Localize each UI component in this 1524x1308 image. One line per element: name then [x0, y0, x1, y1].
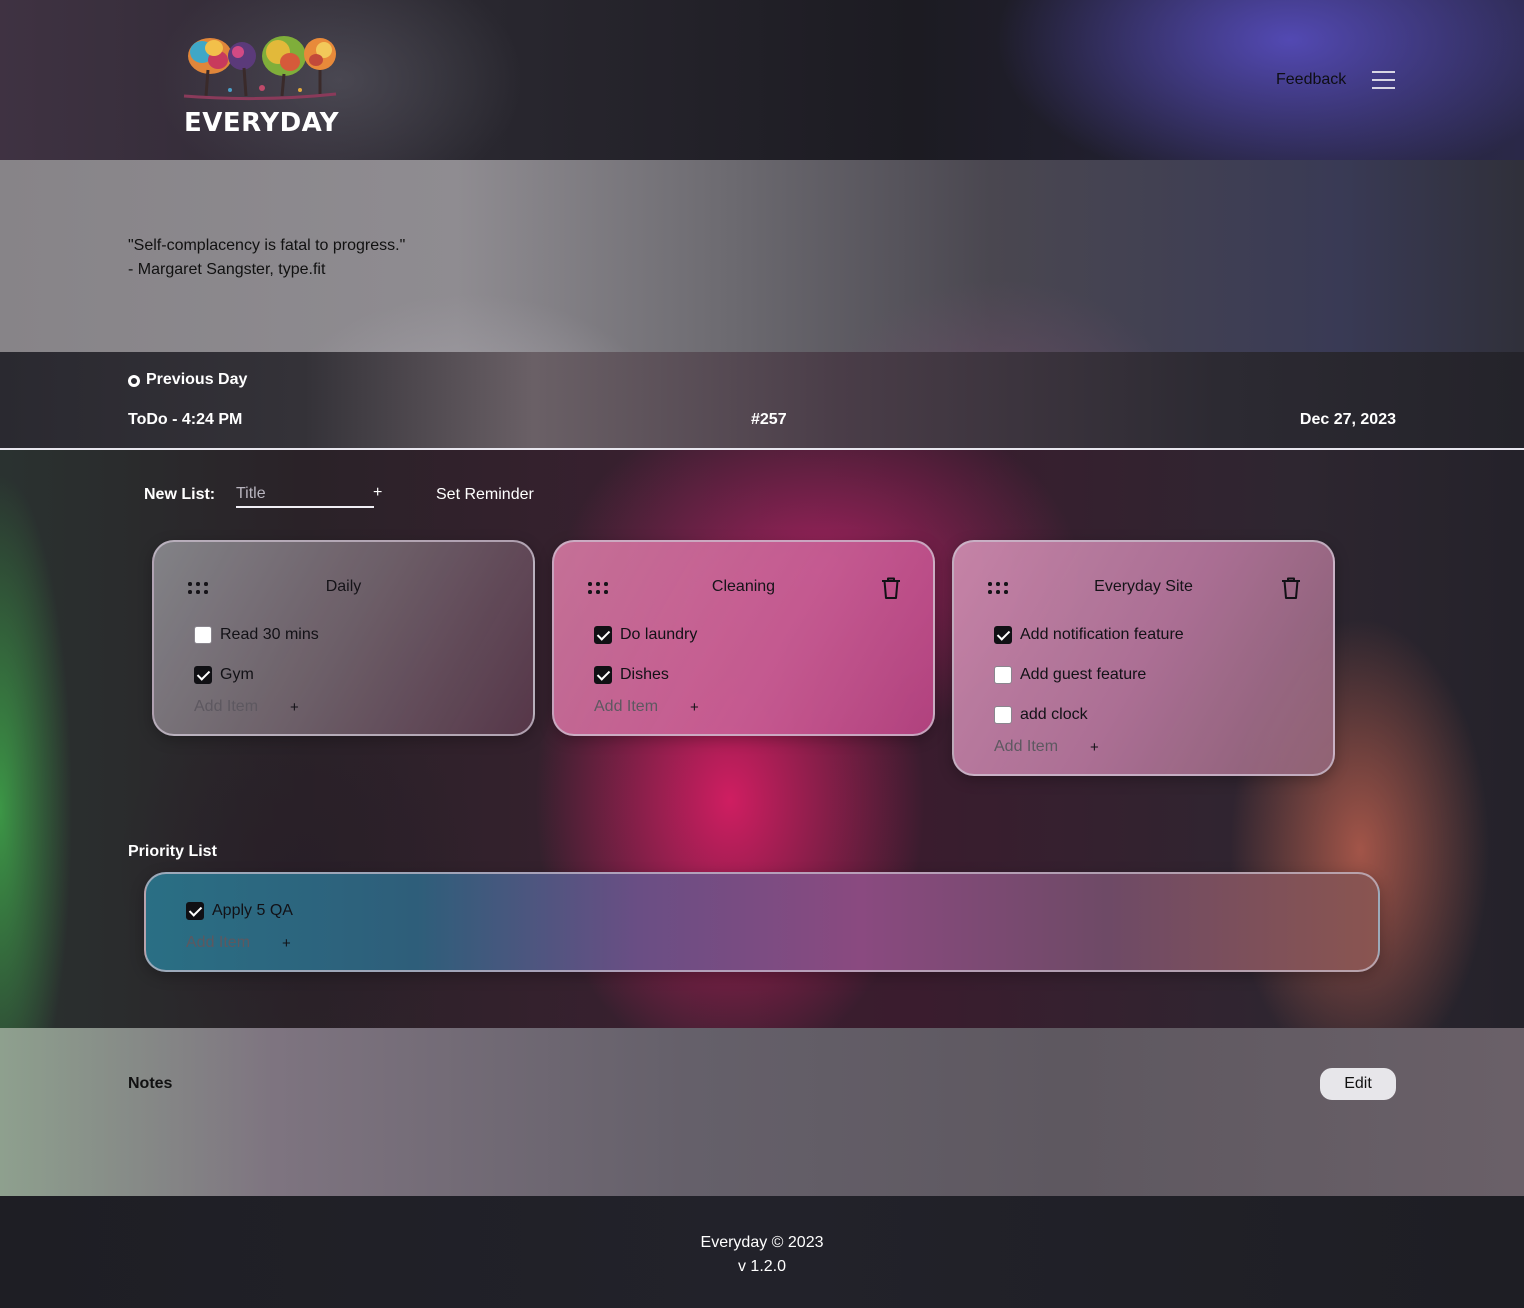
day-bar	[0, 352, 1524, 450]
checkbox-icon[interactable]	[194, 666, 212, 684]
footer-copyright: Everyday © 2023	[700, 1234, 824, 1251]
list-item-label: Read 30 mins	[220, 626, 319, 643]
list-item-label: add clock	[1020, 706, 1088, 723]
edit-notes-button[interactable]: Edit	[1320, 1068, 1396, 1100]
list-item: Add guest feature	[994, 664, 1146, 686]
list-title: Daily	[325, 578, 362, 595]
list-item-label: Gym	[220, 666, 254, 683]
list-item-label: Do laundry	[620, 626, 698, 643]
add-item-button[interactable]: +	[1090, 739, 1099, 756]
add-item-input[interactable]: Add Item	[194, 698, 258, 716]
add-item-input[interactable]: Add Item	[994, 738, 1058, 756]
list-item-label: Apply 5 QA	[212, 902, 293, 919]
footer-version: v 1.2.0	[737, 1258, 787, 1275]
previous-day-label: Previous Day	[146, 371, 248, 388]
list-card-everyday-site: Everyday Site Add notification feature A…	[952, 540, 1335, 776]
notes-label: Notes	[128, 1075, 173, 1092]
hamburger-menu-icon[interactable]	[1372, 71, 1395, 89]
previous-day-icon	[128, 374, 140, 387]
list-item: Add notification feature	[994, 624, 1184, 646]
list-card-daily: Daily Read 30 mins Gym Add Item +	[152, 540, 535, 736]
new-list-label: New List:	[144, 486, 216, 503]
add-item-input[interactable]: Add Item	[186, 934, 250, 952]
trees-logo-icon	[183, 36, 337, 101]
priority-list-label: Priority List	[128, 843, 217, 860]
list-item: add clock	[994, 704, 1088, 726]
list-item: Dishes	[594, 664, 669, 686]
add-item-input[interactable]: Add Item	[594, 698, 658, 716]
checkbox-icon[interactable]	[186, 902, 204, 920]
list-item: Read 30 mins	[194, 624, 319, 646]
list-item-label: Dishes	[620, 666, 669, 683]
checkbox-icon[interactable]	[594, 666, 612, 684]
trash-icon[interactable]	[880, 576, 902, 600]
checkbox-icon[interactable]	[994, 626, 1012, 644]
day-number: #257	[751, 411, 787, 428]
checkbox-icon[interactable]	[194, 626, 212, 644]
list-item: Do laundry	[594, 624, 697, 646]
previous-day-button[interactable]: Previous Day	[128, 371, 247, 389]
day-date: Dec 27, 2023	[1299, 411, 1396, 428]
logo-text: EVERYDAY	[184, 108, 340, 138]
list-item-label: Add notification feature	[1020, 626, 1184, 643]
site-header: EVERYDAY Feedback	[0, 0, 1524, 160]
add-item-button[interactable]: +	[290, 699, 299, 716]
notes-section	[0, 1028, 1524, 1196]
list-item-label: Add guest feature	[1020, 666, 1147, 683]
quote-attribution: - Margaret Sangster, type.fit	[128, 261, 326, 278]
new-list-title-input[interactable]	[236, 482, 374, 508]
checkbox-icon[interactable]	[594, 626, 612, 644]
everyday-logo[interactable]: EVERYDAY	[176, 30, 341, 140]
checkbox-icon[interactable]	[994, 666, 1012, 684]
list-card-cleaning: Cleaning Do laundry Dishes Add Item +	[552, 540, 935, 736]
list-title: Everyday Site	[1094, 578, 1193, 595]
feedback-link[interactable]: Feedback	[1276, 71, 1346, 89]
add-list-button[interactable]: +	[373, 484, 382, 502]
checkbox-icon[interactable]	[994, 706, 1012, 724]
add-item-button[interactable]: +	[690, 699, 699, 716]
set-reminder-button[interactable]: Set Reminder	[436, 486, 534, 504]
add-item-button[interactable]: +	[282, 935, 291, 952]
todo-time: ToDo - 4:24 PM	[128, 411, 243, 428]
list-item: Gym	[194, 664, 254, 686]
quote-text: "Self-complacency is fatal to progress."	[128, 237, 406, 254]
priority-list-card: Apply 5 QA Add Item +	[144, 872, 1380, 972]
list-title: Cleaning	[711, 578, 776, 595]
trash-icon[interactable]	[1280, 576, 1302, 600]
list-item: Apply 5 QA	[186, 900, 293, 922]
daily-quote: "Self-complacency is fatal to progress."…	[128, 234, 405, 282]
